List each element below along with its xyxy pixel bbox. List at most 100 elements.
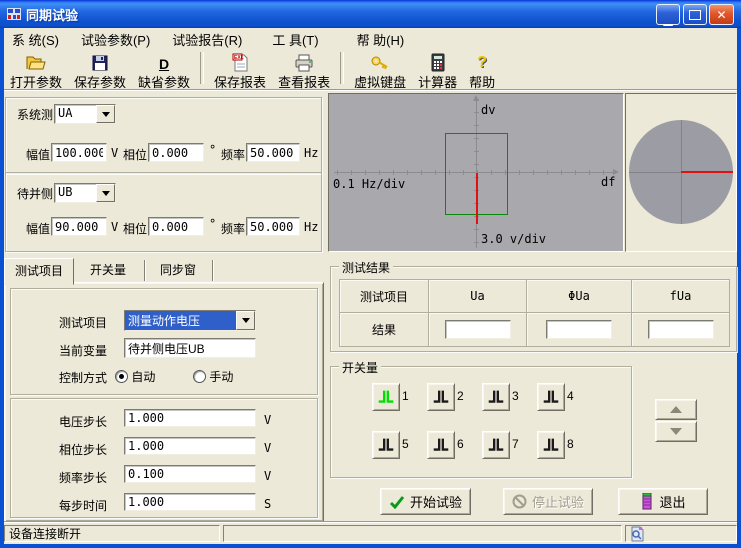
virtual-keyboard-icon <box>370 52 390 72</box>
scroll-up-button[interactable] <box>655 399 697 420</box>
window-border-right <box>737 28 741 548</box>
close-button[interactable]: ✕ <box>709 4 734 25</box>
standby-phase-input[interactable] <box>148 217 204 236</box>
switch-number: 1 <box>402 389 409 403</box>
switch-number: 4 <box>567 389 574 403</box>
switch-button-7[interactable] <box>482 431 510 459</box>
results-header-ua: Ua <box>428 279 527 313</box>
view-report-button[interactable]: 查看报表 <box>272 51 336 91</box>
control-mode-label: 控制方式 <box>59 369 107 386</box>
voltage-step-input[interactable] <box>124 409 256 427</box>
svg-text:EXL: EXL <box>234 55 244 61</box>
step-time-input[interactable] <box>124 493 256 511</box>
result-phi-ua-field[interactable] <box>546 320 612 339</box>
freq-step-unit: V <box>264 469 271 483</box>
chevron-down-icon[interactable] <box>236 311 255 330</box>
system-side-group: 系统测 UA 幅值 V 相位 ° 频率 Hz <box>5 97 322 174</box>
system-amp-input[interactable] <box>51 143 107 162</box>
menu-system[interactable]: 系 统(S) <box>4 28 67 51</box>
phase-step-unit: V <box>264 441 271 455</box>
x-scale-label: 0.1 Hz/div <box>333 177 405 191</box>
switch-button-3[interactable] <box>482 383 510 411</box>
switch-number: 6 <box>457 437 464 451</box>
standby-freq-input[interactable] <box>246 217 300 236</box>
default-d-icon: D <box>159 52 169 72</box>
calculator-button[interactable]: 计算器 <box>412 51 463 91</box>
start-test-button[interactable]: 开始试验 <box>380 488 471 515</box>
dv-df-graph: dv df 0.1 Hz/div 3.0 v/div <box>328 93 624 252</box>
switch-button-5[interactable] <box>372 431 400 459</box>
switch-number: 8 <box>567 437 574 451</box>
system-freq-input[interactable] <box>246 143 300 162</box>
switch-contact-icon <box>376 435 396 455</box>
switch-number: 5 <box>402 437 409 451</box>
virtual-keyboard-button[interactable]: 虚拟键盘 <box>348 51 412 91</box>
open-params-button[interactable]: 打开参数 <box>4 51 68 91</box>
toolbar: 打开参数 保存参数 D 缺省参数 EXL 保存报表 查看报表 虚拟键盘 计算器 <box>4 50 737 88</box>
test-item-combo[interactable]: 测量动作电压 <box>124 310 256 331</box>
help-icon: ? <box>477 52 487 72</box>
voltage-step-label: 电压步长 <box>59 413 107 430</box>
switch-button-2[interactable] <box>427 383 455 411</box>
menu-tools[interactable]: 工 具(T) <box>264 28 326 51</box>
help-button[interactable]: ? 帮助 <box>463 51 501 91</box>
menu-test-report[interactable]: 试验报告(R) <box>164 28 250 51</box>
current-var-input[interactable] <box>124 338 256 358</box>
switch-number: 7 <box>512 437 519 451</box>
amp-unit: V <box>111 146 118 160</box>
system-channel-combo[interactable]: UA <box>54 104 116 124</box>
test-item-label: 测试项目 <box>59 314 107 331</box>
maximize-button[interactable] <box>683 4 707 25</box>
save-report-button[interactable]: EXL 保存报表 <box>208 51 272 91</box>
freq-step-label: 频率步长 <box>59 469 107 486</box>
menu-bar: 系 统(S) 试验参数(P) 试验报告(R) 工 具(T) 帮 助(H) <box>4 28 737 50</box>
switch-contact-icon <box>486 435 506 455</box>
save-params-button[interactable]: 保存参数 <box>68 51 132 91</box>
tab-sync-window[interactable]: 同步窗 <box>144 260 213 281</box>
current-var-label: 当前变量 <box>59 342 107 359</box>
status-panel-right <box>625 525 737 542</box>
tab-test-item[interactable]: 测试项目 <box>4 258 74 285</box>
freq-step-input[interactable] <box>124 465 256 483</box>
menu-help[interactable]: 帮 助(H) <box>349 28 413 51</box>
exit-door-icon <box>640 493 654 510</box>
df-axis-label: df <box>601 175 615 189</box>
default-params-button[interactable]: D 缺省参数 <box>132 51 196 91</box>
stop-test-button[interactable]: 停止试验 <box>503 488 593 515</box>
exit-button[interactable]: 退出 <box>618 488 708 515</box>
save-floppy-icon <box>91 52 109 72</box>
phase-step-input[interactable] <box>124 437 256 455</box>
freq-unit: Hz <box>304 220 318 234</box>
manual-radio[interactable]: 手动 <box>193 368 233 385</box>
radio-icon <box>193 370 206 383</box>
switch-button-8[interactable] <box>537 431 565 459</box>
status-bar: 设备连接断开 <box>4 523 737 544</box>
system-phase-input[interactable] <box>148 143 204 162</box>
title-bar: 同期试验 <box>0 0 741 28</box>
switch-button-1[interactable] <box>372 383 400 411</box>
auto-radio[interactable]: 自动 <box>115 368 155 385</box>
results-row-label: 结果 <box>339 312 429 347</box>
standby-amp-input[interactable] <box>51 217 107 236</box>
phase-step-label: 相位步长 <box>59 441 107 458</box>
menu-test-params[interactable]: 试验参数(P) <box>73 28 158 51</box>
synchroscope-panel <box>625 93 737 252</box>
stop-icon <box>512 494 527 509</box>
standby-channel-combo[interactable]: UB <box>54 183 116 203</box>
freq-unit: Hz <box>304 146 318 160</box>
result-f-ua-field[interactable] <box>648 320 714 339</box>
radio-selected-icon <box>115 370 128 383</box>
scroll-down-button[interactable] <box>655 421 697 442</box>
chevron-down-icon[interactable] <box>96 105 115 123</box>
minimize-button[interactable]: ▁ <box>656 4 680 25</box>
tab-switches[interactable]: 开关量 <box>72 260 145 281</box>
switch-button-6[interactable] <box>427 431 455 459</box>
status-message: 设备连接断开 <box>4 525 220 542</box>
chevron-down-icon[interactable] <box>96 184 115 202</box>
report-viewer-icon <box>630 526 644 542</box>
phase-unit: ° <box>209 217 216 231</box>
calculator-icon <box>430 52 446 72</box>
result-ua-field[interactable] <box>445 320 511 339</box>
switch-button-4[interactable] <box>537 383 565 411</box>
switch-contact-icon <box>541 435 561 455</box>
